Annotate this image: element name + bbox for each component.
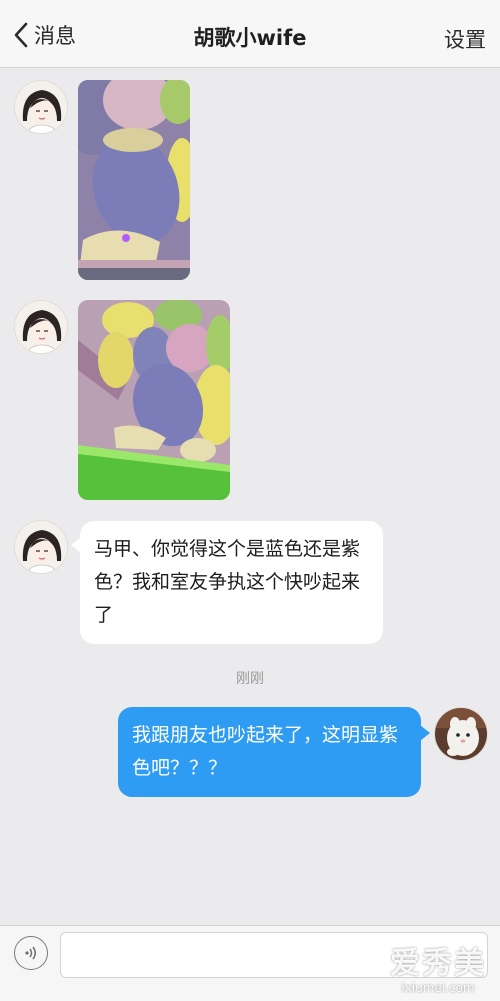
contact-avatar[interactable]	[14, 520, 68, 574]
image-message[interactable]	[78, 300, 230, 500]
incoming-message-bubble[interactable]: 马甲、你觉得这个是蓝色还是紫色？我和室友争执这个快吵起来了	[71, 521, 383, 644]
message-timestamp: 刚刚	[236, 671, 264, 687]
chat-input-bar: 爱秀美 ixiumei.com	[0, 925, 500, 1001]
chat-title: 胡歌小wife	[193, 26, 307, 50]
site-watermark: 爱秀美 ixiumei.com	[390, 946, 486, 996]
image-message[interactable]	[78, 80, 190, 280]
outgoing-message-bubble[interactable]: 我跟朋友也吵起来了，这明显紫色吧？？？	[118, 707, 430, 797]
voice-button[interactable]	[14, 936, 48, 970]
contact-avatar[interactable]	[14, 80, 68, 134]
settings-button[interactable]: 设置	[444, 24, 486, 54]
watermark-brand: 爱秀美	[390, 946, 486, 981]
contact-avatar[interactable]	[14, 300, 68, 354]
voice-icon	[25, 946, 36, 960]
watermark-url: ixiumei.com	[401, 981, 475, 995]
navigation-bar: 消息 胡歌小wife 设置	[0, 0, 500, 68]
my-avatar[interactable]	[434, 707, 488, 761]
